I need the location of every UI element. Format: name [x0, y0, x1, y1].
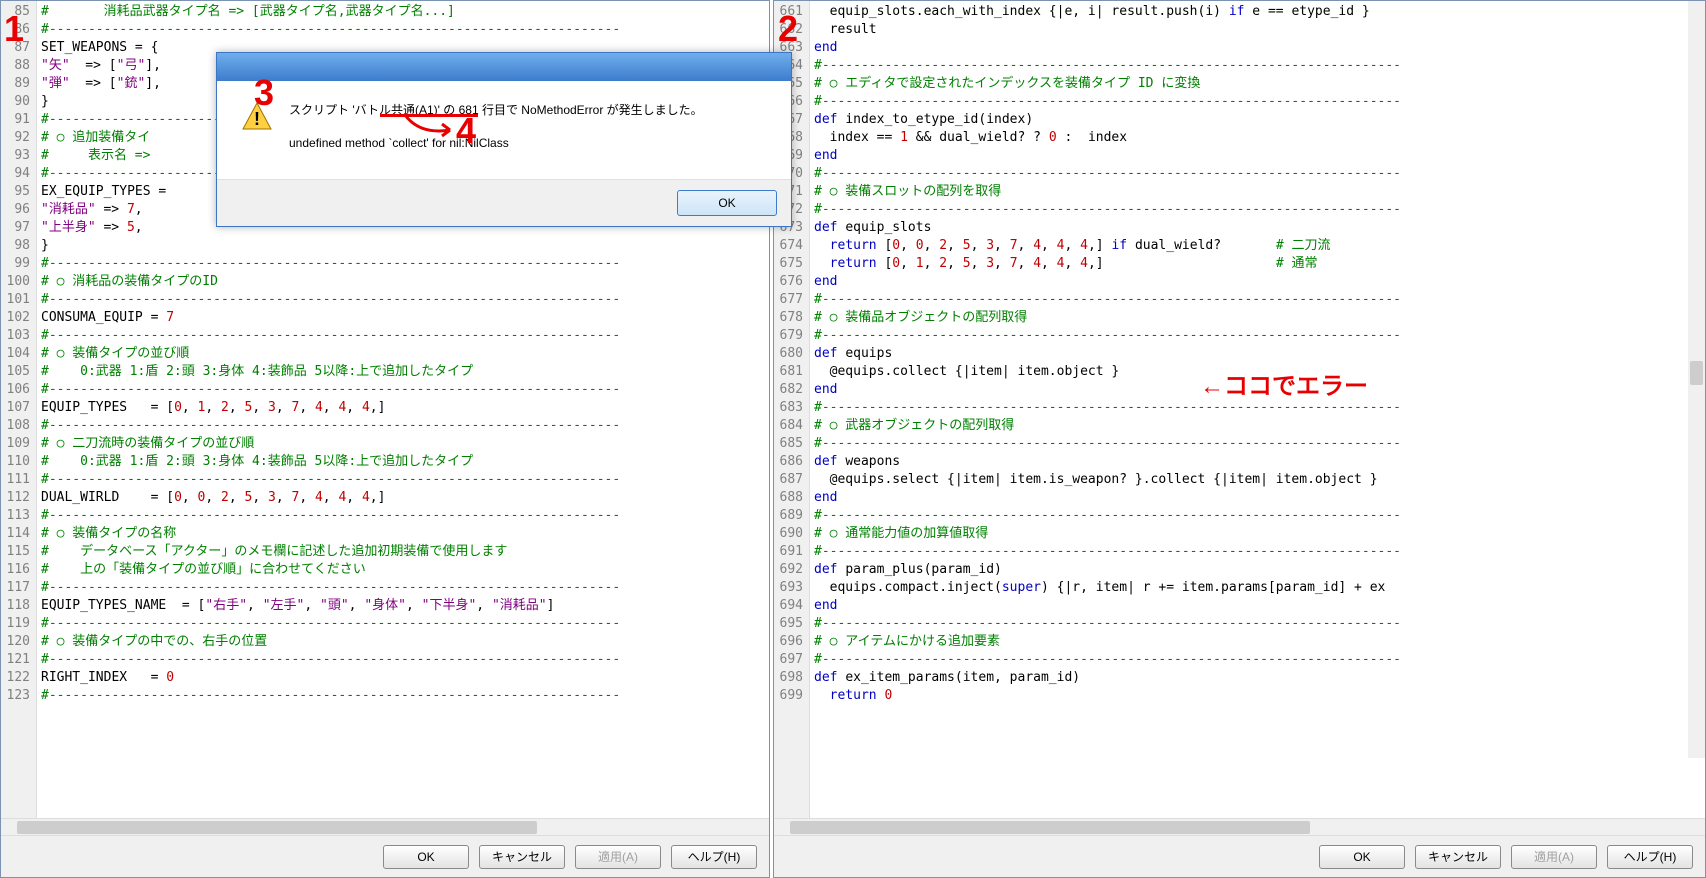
cancel-button[interactable]: キャンセル — [1415, 845, 1501, 869]
error-dialog: ! スクリプト 'バトル共通(A1)' の 681 行目で NoMethodEr… — [216, 52, 792, 227]
apply-button[interactable]: 適用(A) — [575, 845, 661, 869]
ok-button[interactable]: OK — [1319, 845, 1405, 869]
line-gutter: 8586878889909192939495969798991001011021… — [1, 1, 37, 818]
help-button[interactable]: ヘルプ(H) — [671, 845, 757, 869]
scrollbar-thumb[interactable] — [1690, 361, 1703, 385]
code-area-right[interactable]: 6616626636646656666676686696706716726736… — [774, 1, 1705, 818]
cancel-button[interactable]: キャンセル — [479, 845, 565, 869]
code-text[interactable]: equip_slots.each_with_index {|e, i| resu… — [810, 1, 1705, 818]
dialog-message: スクリプト 'バトル共通(A1)' の 681 行目で NoMethodErro… — [289, 101, 767, 167]
dialog-ok-button[interactable]: OK — [677, 190, 777, 216]
horizontal-scrollbar[interactable] — [1, 818, 769, 835]
button-bar: OK キャンセル 適用(A) ヘルプ(H) — [774, 835, 1705, 877]
help-button[interactable]: ヘルプ(H) — [1607, 845, 1693, 869]
ok-button[interactable]: OK — [383, 845, 469, 869]
horizontal-scrollbar[interactable] — [774, 818, 1705, 835]
button-bar: OK キャンセル 適用(A) ヘルプ(H) — [1, 835, 769, 877]
scrollbar-thumb[interactable] — [790, 821, 1310, 834]
vertical-scrollbar[interactable] — [1688, 1, 1705, 758]
svg-text:!: ! — [254, 109, 260, 129]
dialog-titlebar[interactable] — [217, 53, 791, 81]
apply-button[interactable]: 適用(A) — [1511, 845, 1597, 869]
editor-pane-right: 6616626636646656666676686696706716726736… — [773, 0, 1706, 878]
scrollbar-thumb[interactable] — [17, 821, 537, 834]
warning-icon: ! — [241, 101, 273, 133]
